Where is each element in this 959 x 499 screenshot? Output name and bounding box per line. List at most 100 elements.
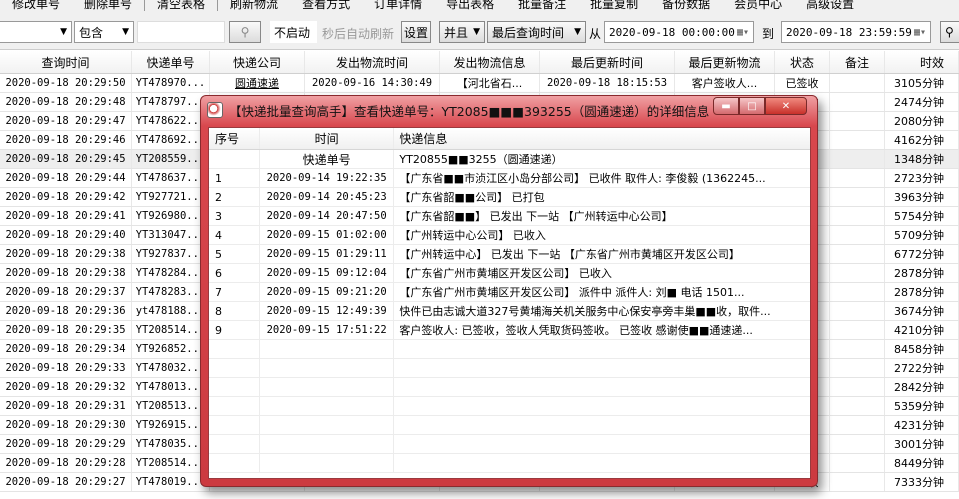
cell-time: 2020-09-18 20:29:38 [0,245,132,263]
column-header[interactable]: 发出物流信息 [440,51,540,73]
minimize-button[interactable]: ▬ [713,97,739,115]
logic-value: 并且 [444,25,469,40]
search-icon: ⚲ [240,25,250,39]
toolbar-button-2[interactable]: 清空表格 [145,0,217,12]
toolbar-button-6[interactable]: 导出表格 [434,0,506,12]
time-field-select[interactable]: 最后查询时间 ▼ [487,21,586,43]
cell-no: YT478284... [132,264,210,282]
cell-time: 2020-09-18 20:29:37 [0,283,132,301]
column-header[interactable]: 状态 [775,51,830,73]
column-header[interactable]: 发出物流时间 [305,51,440,73]
cell-note [830,397,885,415]
toolbar-button-7[interactable]: 批量备注 [506,0,578,12]
cell-no: YT478032... [132,359,210,377]
empty-cell [260,378,395,396]
to-date-picker[interactable]: 2020-09-18 23:59:59 ▦▾ [781,21,931,43]
summary-row[interactable]: 快递单号 YT20855■■3255（圆通速递） [209,150,810,169]
empty-cell [394,340,810,358]
toolbar-button-1[interactable]: 删除单号 [72,0,144,12]
cell-note [830,473,885,491]
toolbar-button-0[interactable]: 修改单号 [0,0,72,12]
column-header[interactable]: 快递公司 [210,51,305,73]
col-index[interactable]: 序号 [209,128,260,149]
cell-time: 2020-09-18 20:29:34 [0,340,132,358]
empty-cell [260,397,395,415]
calendar-icon[interactable]: ▦▾ [737,27,749,38]
empty-cell [260,435,395,453]
maximize-button[interactable]: □ [739,97,765,115]
detail-row[interactable]: 9 2020-09-15 17:51:22 客户签收人: 已签收，签收人凭取货码签收… [209,321,810,340]
empty-row [209,435,810,454]
cell-note [830,226,885,244]
detail-row[interactable]: 2 2020-09-14 20:45:23 【广东省韶■■公司】 已打包 [209,188,810,207]
cell-note [830,207,885,225]
settings-button[interactable]: 设置 [401,21,431,43]
to-date-value: 2020-09-18 23:59:59 [786,25,912,39]
detail-row[interactable]: 3 2020-09-14 20:47:50 【广东省韶■■】 已发出 下一站 【广州… [209,207,810,226]
toolbar-button-9[interactable]: 备份数据 [650,0,722,12]
cell-time: 2020-09-18 20:29:41 [0,207,132,225]
col-time[interactable]: 时间 [260,128,395,149]
detail-row[interactable]: 7 2020-09-15 09:21:20 【广东省广州市黄埔区开发区公司】 派件中… [209,283,810,302]
column-header[interactable]: 备注 [830,51,885,73]
field-select[interactable]: ▼ [0,21,72,43]
cell-no: YT478035... [132,435,210,453]
cell-note [830,435,885,453]
empty-row [209,454,810,473]
cell-time: 2020-09-18 20:29:44 [0,169,132,187]
toolbar-button-5[interactable]: 订单详情 [362,0,434,12]
detail-time: 2020-09-15 09:21:20 [260,283,395,301]
cell-no: YT478797... [132,93,210,111]
cell-no: YT926852... [132,340,210,358]
close-button[interactable]: ✕ [765,97,807,115]
col-info[interactable]: 快递信息 [394,128,810,149]
query-button[interactable]: ⚲ [940,21,959,43]
toolbar-button-10[interactable]: 会员中心 [722,0,794,12]
cell-no: YT478622... [132,112,210,130]
cell-note [830,93,885,111]
toolbar: 修改单号 删除单号 清空表格 刷新物流 查看方式 订单详情 导出表格 批量备注 批量复制 备份数据… [0,0,959,14]
detail-row[interactable]: 1 2020-09-14 19:22:35 【广东省■■市浈江区小岛分部公司】 已收… [209,169,810,188]
detail-time: 2020-09-15 12:49:39 [260,302,395,320]
toolbar-button-4[interactable]: 查看方式 [290,0,362,12]
cell-no: YT478283... [132,283,210,301]
cell-age: 3674分钟 [885,302,959,320]
column-header[interactable]: 时效 [885,51,959,73]
toolbar-button-3[interactable]: 刷新物流 [218,0,290,12]
detail-index: 8 [209,302,260,320]
search-button[interactable]: ⚲ [229,21,261,43]
detail-index: 1 [209,169,260,187]
detail-time: 2020-09-15 09:12:04 [260,264,395,282]
column-header[interactable]: 快递单号 [132,51,210,73]
chevron-down-icon: ▼ [60,27,67,37]
toolbar-button-8[interactable]: 批量复制 [578,0,650,12]
logic-select[interactable]: 并且 ▼ [439,21,485,43]
dialog-title-bar[interactable]: 【快递批量查询高手】查看快递单号：YT2085■■■393255（圆通速递）的详… [207,100,709,120]
keyword-input[interactable] [137,21,225,43]
column-header[interactable]: 最后更新时间 [540,51,675,73]
detail-row[interactable]: 8 2020-09-15 12:49:39 快件已由志诚大道327号黄埔海关机关服务… [209,302,810,321]
detail-row[interactable]: 4 2020-09-15 01:02:00 【广州转运中心公司】 已收入 [209,226,810,245]
detail-row[interactable]: 5 2020-09-15 01:29:11 【广州转运中心】 已发出 下一站 【广东… [209,245,810,264]
cell-time: 2020-09-18 20:29:45 [0,150,132,168]
match-select[interactable]: 包含 ▼ [74,21,134,43]
detail-row[interactable]: 6 2020-09-15 09:12:04 【广东省广州市黄埔区开发区公司】 已收入 [209,264,810,283]
cell-age: 3963分钟 [885,188,959,206]
table-row[interactable]: 2020-09-18 20:29:50 YT478970... 圆通速递 2020-0… [0,74,959,93]
cell-no: yt478188... [132,302,210,320]
detail-index: 5 [209,245,260,263]
cell-age: 7333分钟 [885,473,959,491]
cell-time: 2020-09-18 20:29:40 [0,226,132,244]
auto-refresh-input[interactable]: 不启动 [270,21,317,43]
empty-cell [209,435,260,453]
time-field-value: 最后查询时间 [492,25,565,40]
app-icon [207,102,223,118]
detail-dialog: 【快递批量查询高手】查看快递单号：YT2085■■■393255（圆通速递）的详… [200,95,818,487]
toolbar-button-11[interactable]: 高级设置 [794,0,866,12]
from-date-picker[interactable]: 2020-09-18 00:00:00 ▦▾ [604,21,754,43]
column-header[interactable]: 最后更新物流 [675,51,775,73]
cell-note [830,188,885,206]
calendar-icon[interactable]: ▦▾ [914,27,926,38]
detail-time: 2020-09-14 20:45:23 [260,188,395,206]
column-header[interactable]: 查询时间 [0,51,132,73]
